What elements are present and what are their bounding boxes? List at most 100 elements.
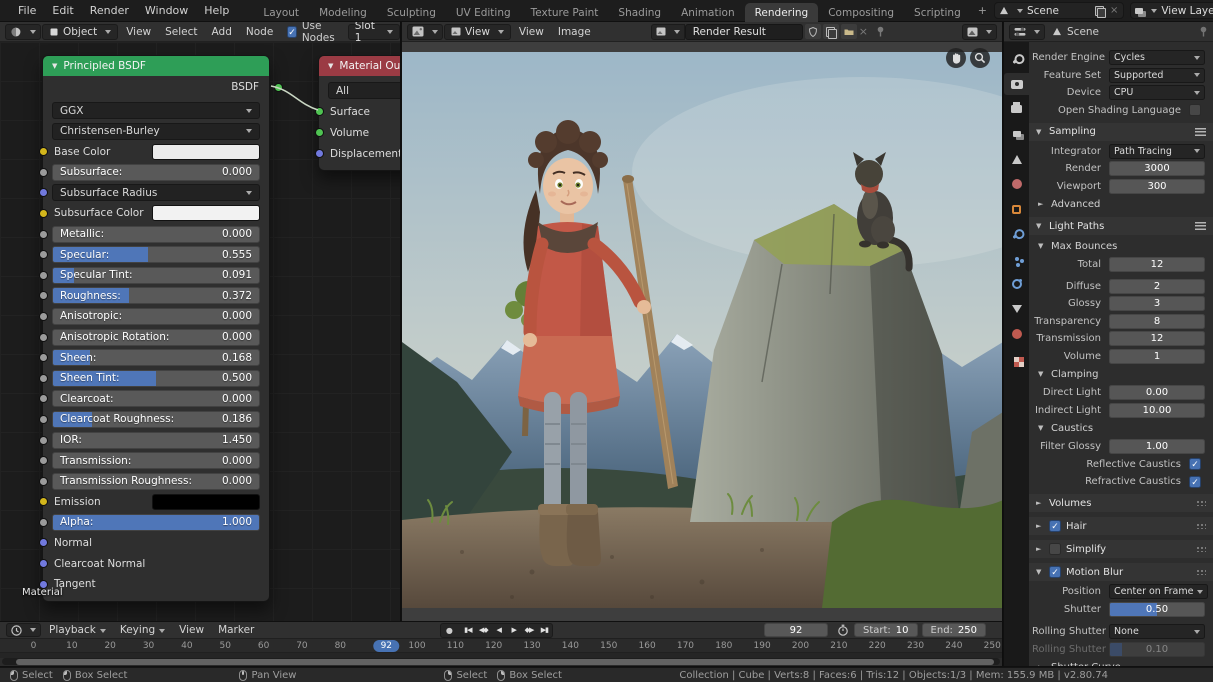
slider-field-ior[interactable]: IOR:1.450	[52, 432, 260, 449]
shader-menu-view[interactable]: View	[119, 26, 158, 38]
expand-icon[interactable]: ►	[1036, 499, 1044, 507]
stopwatch-icon[interactable]	[837, 624, 849, 636]
number-field[interactable]: 2	[1109, 279, 1205, 294]
slider-field-transmission-roughness[interactable]: Transmission Roughness:0.000	[52, 473, 260, 490]
frame-end-field[interactable]: End: 250	[922, 623, 986, 637]
dropdown-field[interactable]: CPU	[1109, 85, 1205, 100]
gray-socket[interactable]	[39, 291, 48, 300]
workspace-tab-animation[interactable]: Animation	[671, 3, 745, 22]
properties-tab-physics[interactable]	[1004, 273, 1029, 295]
unlink-image-icon[interactable]: ×	[857, 25, 870, 38]
display-channels-dropdown[interactable]	[962, 24, 997, 40]
gray-socket[interactable]	[39, 168, 48, 177]
number-field[interactable]: 12	[1109, 331, 1205, 346]
vector-socket[interactable]	[39, 538, 48, 547]
properties-tab-modifiers[interactable]	[1004, 223, 1029, 245]
grip-icon[interactable]	[1196, 546, 1206, 552]
panel-motion-blur[interactable]: ▼✓Motion Blur	[1029, 563, 1213, 581]
expand-icon[interactable]: ▼	[1038, 424, 1046, 432]
output-target-dropdown[interactable]: All	[328, 82, 400, 99]
collapse-icon[interactable]: ▼	[328, 62, 333, 70]
properties-tab-material[interactable]	[1004, 323, 1029, 345]
properties-tab-view-layer[interactable]	[1004, 123, 1029, 145]
dropdown-field-subsurface-radius[interactable]: Subsurface Radius	[52, 184, 260, 201]
image-menu-image[interactable]: Image	[551, 26, 598, 38]
number-field[interactable]: 3	[1109, 296, 1205, 311]
panel-light-paths[interactable]: ▼Light Paths	[1029, 217, 1213, 235]
material-output-node[interactable]: ▼ Material Output All SurfaceVolumeDispl…	[318, 55, 400, 171]
gray-socket[interactable]	[39, 312, 48, 321]
properties-tab-tool[interactable]	[1004, 48, 1029, 70]
gray-socket[interactable]	[39, 333, 48, 342]
pin-icon[interactable]	[876, 26, 885, 37]
number-field[interactable]: 300	[1109, 179, 1205, 194]
timeline-scrollbar[interactable]	[2, 658, 1000, 665]
grip-icon[interactable]	[1196, 523, 1206, 529]
grip-icon[interactable]	[1196, 500, 1206, 506]
shader-socket[interactable]	[315, 107, 324, 116]
unlink-scene-icon[interactable]: ×	[1108, 5, 1120, 16]
image-mode-dropdown[interactable]: View	[444, 24, 511, 40]
expand-icon[interactable]: ▼	[1036, 128, 1044, 136]
workspace-tab-modeling[interactable]: Modeling	[309, 3, 377, 22]
workspace-tab-shading[interactable]: Shading	[608, 3, 671, 22]
menu-file[interactable]: File	[10, 2, 44, 19]
expand-icon[interactable]: ►	[1036, 545, 1044, 553]
timeline-menu-playback[interactable]: Playback	[42, 624, 113, 636]
view-layer-selector[interactable]: View Layer ×	[1130, 2, 1213, 19]
slider-field-sheen[interactable]: Sheen:0.168	[52, 349, 260, 366]
menu-render[interactable]: Render	[82, 2, 137, 19]
bsdf-output-socket[interactable]	[274, 83, 283, 92]
new-scene-icon[interactable]	[1095, 6, 1104, 16]
menu-edit[interactable]: Edit	[44, 2, 81, 19]
slider-field-specular-tint[interactable]: Specular Tint:0.091	[52, 267, 260, 284]
properties-tab-texture[interactable]	[1004, 348, 1029, 370]
dropdown-field[interactable]: Supported	[1109, 68, 1205, 83]
number-field[interactable]: 10.00	[1109, 403, 1205, 418]
gray-socket[interactable]	[39, 230, 48, 239]
shader-type-dropdown[interactable]: Object	[42, 24, 118, 40]
panel-checkbox[interactable]: ✓	[1049, 520, 1061, 532]
properties-tab-render[interactable]	[1004, 73, 1029, 95]
gray-socket[interactable]	[39, 436, 48, 445]
expand-icon[interactable]: ▼	[1036, 222, 1044, 230]
checkbox[interactable]: ✓	[1189, 458, 1201, 470]
color-swatch[interactable]	[152, 494, 260, 510]
slider-field-transmission[interactable]: Transmission:0.000	[52, 452, 260, 469]
zoom-view-button[interactable]	[970, 48, 990, 68]
timeline-menu-marker[interactable]: Marker	[211, 624, 261, 636]
expand-icon[interactable]: ►	[1038, 200, 1046, 208]
editor-type-selector[interactable]	[407, 24, 443, 40]
properties-tab-object-data[interactable]	[1004, 298, 1029, 320]
checkbox[interactable]: ✓	[1189, 476, 1201, 488]
workspace-tab-scripting[interactable]: Scripting	[904, 3, 971, 22]
number-field[interactable]: 0.00	[1109, 385, 1205, 400]
editor-type-selector[interactable]	[6, 623, 41, 637]
workspace-tab-layout[interactable]: Layout	[253, 3, 309, 22]
slider-field[interactable]: 0.50	[1109, 602, 1205, 617]
transport-prev-keyframe[interactable]: ◀◆	[475, 624, 491, 637]
new-image-icon[interactable]	[823, 24, 839, 39]
gray-socket[interactable]	[39, 374, 48, 383]
material-slot-dropdown[interactable]: Slot 1	[348, 24, 400, 40]
slider-field-anisotropic[interactable]: Anisotropic:0.000	[52, 308, 260, 325]
slider-field-specular[interactable]: Specular:0.555	[52, 246, 260, 263]
timeline-ruler[interactable]: 0102030405060708010011012013014015016017…	[0, 639, 1002, 653]
pan-view-button[interactable]	[946, 48, 966, 68]
vector-socket[interactable]	[39, 188, 48, 197]
gray-socket[interactable]	[39, 518, 48, 527]
vector-socket[interactable]	[39, 559, 48, 568]
properties-tab-object[interactable]	[1004, 198, 1029, 220]
subpanel-advanced[interactable]: ►Advanced	[1038, 196, 1205, 212]
node-editor-canvas[interactable]: ▼ Principled BSDF BSDF GGXChristensen-Bu…	[0, 42, 400, 621]
frame-start-field[interactable]: Start: 10	[854, 623, 918, 637]
workspace-tab-rendering[interactable]: Rendering	[745, 3, 819, 22]
scene-selector[interactable]: Scene ×	[994, 2, 1124, 19]
yellow-socket[interactable]	[39, 209, 48, 218]
shader-menu-add[interactable]: Add	[205, 26, 239, 38]
workspace-tab-uv-editing[interactable]: UV Editing	[446, 3, 521, 22]
dropdown-field[interactable]: Center on Frame	[1109, 584, 1208, 599]
transport-jump-end[interactable]: ▶▮	[537, 624, 552, 637]
expand-icon[interactable]: ▼	[1038, 242, 1046, 250]
shader-socket[interactable]	[315, 128, 324, 137]
